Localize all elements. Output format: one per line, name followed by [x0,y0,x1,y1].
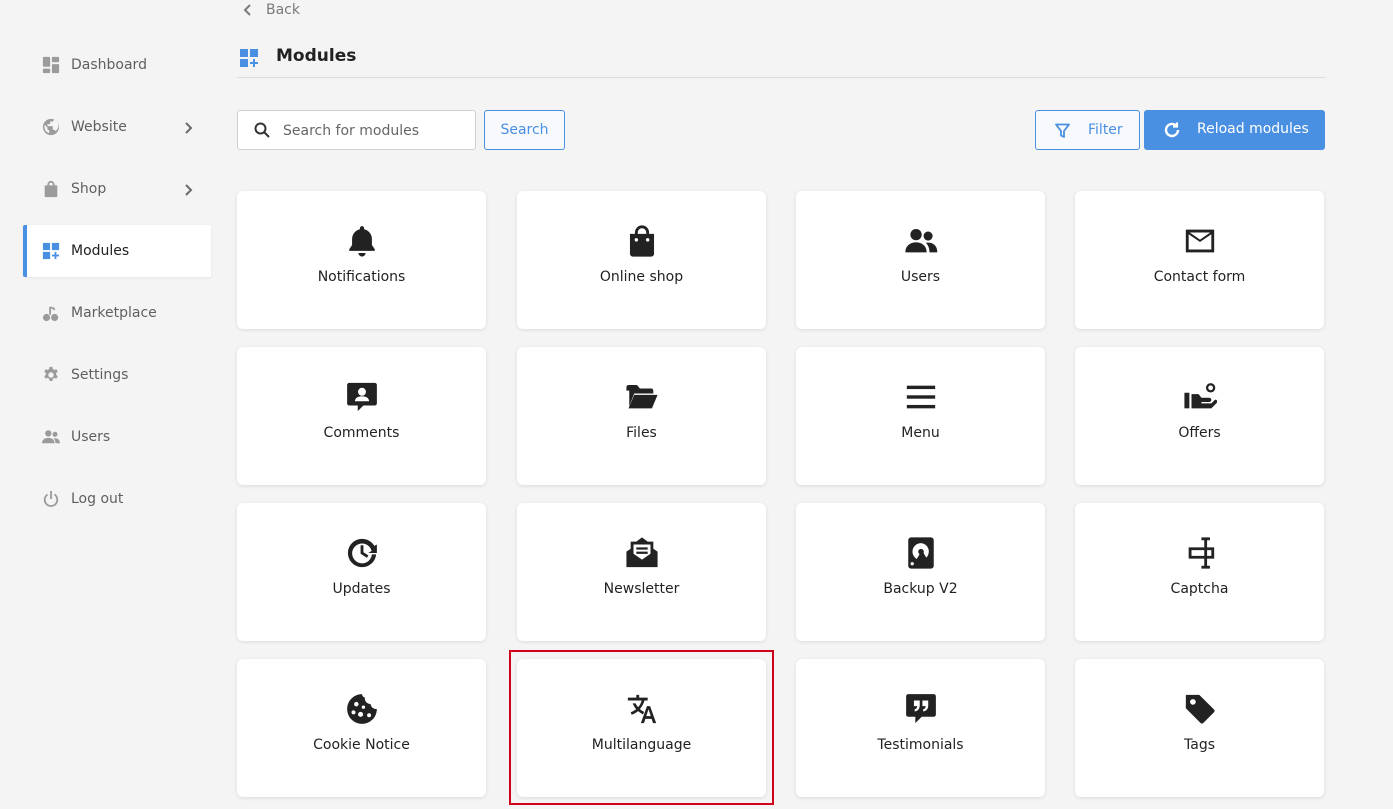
globe-icon [41,117,61,137]
reload-button-label: Reload modules [1197,121,1309,137]
clock-rotate-icon [344,535,380,571]
reload-icon [1164,122,1180,138]
module-card-tags[interactable]: Tags [1075,659,1324,797]
module-label: Offers [1178,425,1221,441]
shopping-bag-icon [41,179,61,199]
module-label: Backup V2 [883,581,958,597]
module-label: Captcha [1170,581,1229,597]
marketplace-icon [41,303,61,323]
module-card-contact-form[interactable]: Contact form [1075,191,1324,329]
filter-button[interactable]: Filter [1035,110,1140,150]
sidebar-item-label: Settings [71,367,129,383]
sidebar: Dashboard Website Shop Modules Marketpla… [0,0,215,809]
module-label: Comments [323,425,400,441]
module-card-captcha[interactable]: Captcha [1075,503,1324,641]
sidebar-item-label: Dashboard [71,57,147,73]
hand-offer-icon [1182,379,1218,415]
chevron-left-icon [243,4,251,16]
envelope-open-text-icon [624,535,660,571]
module-card-updates[interactable]: Updates [237,503,486,641]
module-card-files[interactable]: Files [517,347,766,485]
captcha-icon [1182,535,1218,571]
module-label: Updates [332,581,391,597]
chevron-right-icon [181,182,195,196]
back-link[interactable]: Back [243,2,300,18]
shopping-bag-icon [624,223,660,259]
filter-icon [1055,123,1070,138]
filter-button-label: Filter [1088,122,1123,138]
module-card-online-shop[interactable]: Online shop [517,191,766,329]
sidebar-item-dashboard[interactable]: Dashboard [23,39,211,91]
comment-user-icon [344,379,380,415]
page-header: Modules [237,44,1325,78]
module-card-multilanguage[interactable]: Multilanguage [517,659,766,797]
module-label: Notifications [317,269,406,285]
sidebar-item-label: Shop [71,181,107,197]
sidebar-item-logout[interactable]: Log out [23,473,211,525]
module-label: Cookie Notice [313,737,410,753]
chevron-right-icon [181,120,195,134]
module-card-menu[interactable]: Menu [796,347,1045,485]
envelope-icon [1182,223,1218,259]
power-icon [41,489,61,509]
modules-icon [41,241,61,261]
sidebar-item-label: Website [71,119,127,135]
dashboard-icon [41,55,61,75]
search-button-label: Search [500,122,549,138]
sidebar-item-modules[interactable]: Modules [23,225,211,277]
module-label: Newsletter [603,581,680,597]
module-card-testimonials[interactable]: Testimonials [796,659,1045,797]
modules-icon [239,48,259,68]
page-title: Modules [276,46,357,66]
sidebar-item-website[interactable]: Website [23,101,211,153]
module-label: Users [900,269,941,285]
sidebar-item-label: Marketplace [71,305,157,321]
module-label: Menu [901,425,940,441]
translate-icon [624,691,660,727]
module-card-notifications[interactable]: Notifications [237,191,486,329]
module-card-cookie-notice[interactable]: Cookie Notice [237,659,486,797]
module-label: Files [626,425,657,441]
module-label: Contact form [1153,269,1246,285]
module-label: Testimonials [877,737,964,753]
users-icon [41,427,61,447]
gear-icon [41,365,61,385]
cookie-icon [344,691,380,727]
reload-modules-button[interactable]: Reload modules [1144,110,1325,150]
folder-open-icon [624,379,660,415]
sidebar-item-marketplace[interactable]: Marketplace [23,287,211,339]
sidebar-item-label: Log out [71,491,124,507]
module-card-backup-v2[interactable]: Backup V2 [796,503,1045,641]
search-icon [254,122,270,138]
sidebar-item-shop[interactable]: Shop [23,163,211,215]
sidebar-item-label: Users [71,429,111,445]
users-icon [903,223,939,259]
module-card-users[interactable]: Users [796,191,1045,329]
search-input[interactable] [283,120,468,142]
module-label: Multilanguage [591,737,692,753]
sidebar-item-settings[interactable]: Settings [23,349,211,401]
sidebar-item-users[interactable]: Users [23,411,211,463]
quote-bubble-icon [903,691,939,727]
module-label: Tags [1184,737,1215,753]
module-label: Online shop [599,269,684,285]
bell-icon [344,223,380,259]
search-button[interactable]: Search [484,110,565,150]
hamburger-icon [903,379,939,415]
hard-drive-icon [903,535,939,571]
module-card-comments[interactable]: Comments [237,347,486,485]
module-card-offers[interactable]: Offers [1075,347,1324,485]
search-field[interactable] [237,110,476,150]
module-card-newsletter[interactable]: Newsletter [517,503,766,641]
back-label: Back [266,2,300,18]
sidebar-item-label: Modules [71,243,130,259]
tag-icon [1182,691,1218,727]
